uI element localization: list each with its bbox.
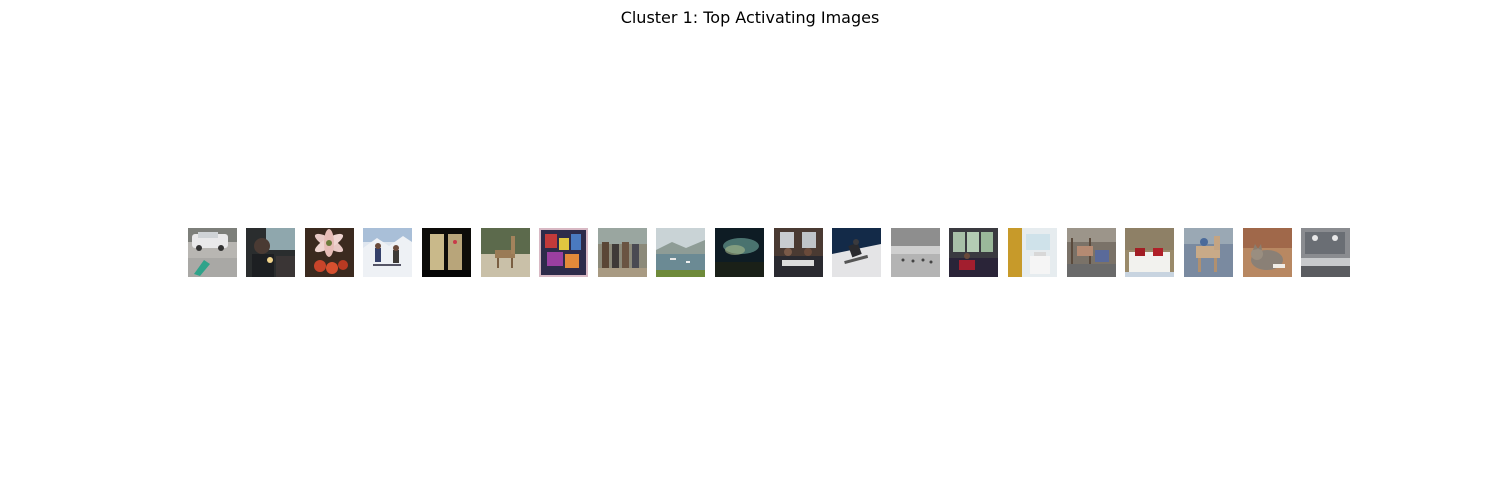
thumbnail-image: [539, 228, 588, 277]
thumbnail-image: [1067, 228, 1116, 277]
thumbnail-image: [1008, 228, 1057, 277]
thumbnail-image: [1301, 228, 1350, 277]
thumbnail-image: [891, 228, 940, 277]
thumbnail-image: [715, 228, 764, 277]
thumbnail-image: [188, 228, 237, 277]
thumbnail-image: [481, 228, 530, 277]
thumbnail-image: [774, 228, 823, 277]
thumbnail-image: [1184, 228, 1233, 277]
thumbnail-image: [422, 228, 471, 277]
figure-title: Cluster 1: Top Activating Images: [620, 8, 880, 27]
thumbnail-image: [1125, 228, 1174, 277]
thumbnail-image: [949, 228, 998, 277]
thumbnail-image: [363, 228, 412, 277]
thumbnail-image: [598, 228, 647, 277]
thumbnail-image: [305, 228, 354, 277]
thumbnail-image: [246, 228, 295, 277]
thumbnail-image: [832, 228, 881, 277]
thumbnail-image: [1243, 228, 1292, 277]
thumbnail-image: [656, 228, 705, 277]
